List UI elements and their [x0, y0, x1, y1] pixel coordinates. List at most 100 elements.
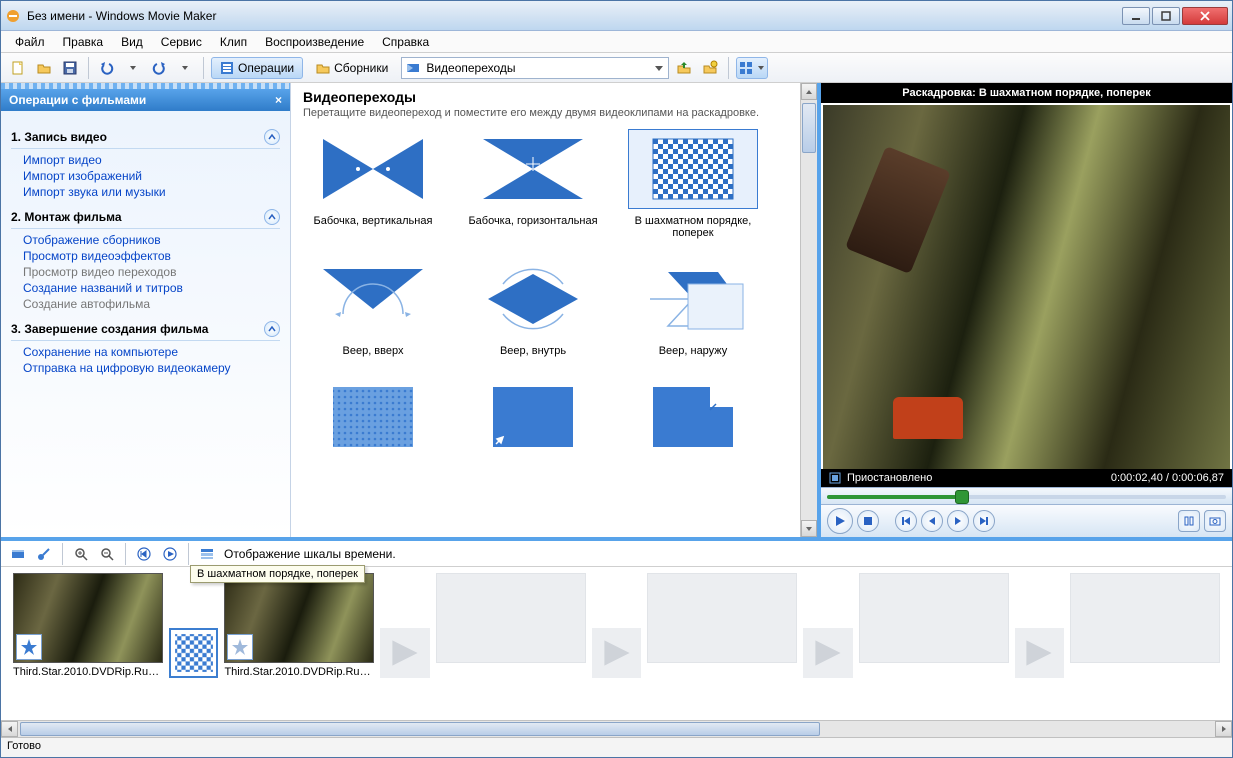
timeline-label[interactable]: Отображение шкалы времени.	[224, 547, 396, 561]
link-transitions[interactable]: Просмотр видео переходов	[23, 265, 280, 279]
tasks-button[interactable]: Операции	[211, 57, 303, 79]
minimize-button[interactable]	[1122, 7, 1150, 25]
next-button[interactable]	[973, 510, 995, 532]
transition-item[interactable]	[303, 377, 443, 463]
link-import-images[interactable]: Импорт изображений	[23, 169, 280, 183]
newfolder-button[interactable]	[699, 57, 721, 79]
new-button[interactable]	[7, 57, 29, 79]
save-button[interactable]	[59, 57, 81, 79]
collections-button[interactable]: Сборники	[307, 57, 397, 79]
scroll-right-button[interactable]	[1215, 721, 1232, 737]
transition-slot-4[interactable]	[803, 628, 852, 678]
link-automovie[interactable]: Создание автофильма	[23, 297, 280, 311]
storyboard-strip[interactable]: Third.Star.2010.DVDRip.Rus-... Third.Sta…	[1, 567, 1232, 720]
menu-help[interactable]: Справка	[374, 33, 437, 51]
titlebar[interactable]: Без имени - Windows Movie Maker	[1, 1, 1232, 31]
menu-file[interactable]: Файл	[7, 33, 53, 51]
app-window: Без имени - Windows Movie Maker Файл Пра…	[0, 0, 1233, 758]
split-button[interactable]	[1178, 510, 1200, 532]
play-timeline-button[interactable]	[159, 543, 181, 565]
transition-label: Бабочка, горизонтальная	[463, 215, 603, 227]
transition-item[interactable]: Веер, вверх	[303, 259, 443, 357]
transition-slot-2[interactable]	[380, 628, 429, 678]
zoom-in-button[interactable]	[70, 543, 92, 565]
stop-button[interactable]	[857, 510, 879, 532]
transition-item[interactable]: Веер, внутрь	[463, 259, 603, 357]
scroll-left-button[interactable]	[1, 721, 18, 737]
rewind-button[interactable]	[133, 543, 155, 565]
effect-slot-icon[interactable]	[227, 634, 253, 660]
transition-slot-3[interactable]	[592, 628, 641, 678]
hscroll-thumb[interactable]	[20, 722, 820, 736]
app-icon	[5, 8, 21, 24]
menu-service[interactable]: Сервис	[153, 33, 210, 51]
audio-levels-button[interactable]	[33, 543, 55, 565]
transition-item[interactable]	[463, 377, 603, 463]
clip-1[interactable]: Third.Star.2010.DVDRip.Rus-...	[13, 573, 163, 714]
toolbar: Операции Сборники Видеопереходы	[1, 53, 1232, 83]
clip-2[interactable]: Third.Star.2010.DVDRip.Rus-...	[224, 573, 374, 714]
transition-item[interactable]: Веер, наружу	[623, 259, 763, 357]
up-button[interactable]	[673, 57, 695, 79]
transitions-subtitle: Перетащите видеопереход и поместите его …	[303, 107, 805, 119]
close-icon[interactable]: ×	[275, 93, 282, 107]
menu-clip[interactable]: Клип	[212, 33, 255, 51]
timeline-toolbar: Отображение шкалы времени.	[1, 541, 1232, 567]
transition-slot-5[interactable]	[1015, 628, 1064, 678]
transition-item[interactable]	[623, 377, 763, 463]
view-button[interactable]	[736, 57, 768, 79]
snapshot-button[interactable]	[1204, 510, 1226, 532]
link-titles[interactable]: Создание названий и титров	[23, 281, 280, 295]
redo-drop[interactable]	[174, 57, 196, 79]
preview-title: Раскадровка: В шахматном порядке, попере…	[821, 83, 1232, 103]
transition-thumb	[468, 129, 598, 209]
scroll-up-button[interactable]	[801, 83, 817, 100]
open-button[interactable]	[33, 57, 55, 79]
clip-empty[interactable]	[1070, 573, 1220, 714]
clip-empty[interactable]	[647, 573, 797, 714]
transition-slot-1[interactable]	[169, 628, 218, 678]
transition-thumb	[308, 259, 438, 339]
location-combo[interactable]: Видеопереходы	[401, 57, 669, 79]
maximize-button[interactable]	[1152, 7, 1180, 25]
scroll-down-button[interactable]	[801, 520, 817, 537]
undo-button[interactable]	[96, 57, 118, 79]
show-timeline-icon[interactable]	[196, 543, 218, 565]
menu-edit[interactable]: Правка	[55, 33, 112, 51]
menu-view[interactable]: Вид	[113, 33, 151, 51]
effect-slot-icon[interactable]	[16, 634, 42, 660]
link-save-pc[interactable]: Сохранение на компьютере	[23, 345, 280, 359]
link-import-audio[interactable]: Импорт звука или музыки	[23, 185, 280, 199]
redo-button[interactable]	[148, 57, 170, 79]
section-finish[interactable]: 3. Завершение создания фильма	[11, 321, 280, 341]
link-import-video[interactable]: Импорт видео	[23, 153, 280, 167]
scroll-thumb[interactable]	[802, 103, 816, 153]
step-back-button[interactable]	[921, 510, 943, 532]
undo-drop[interactable]	[122, 57, 144, 79]
transition-item[interactable]: Бабочка, горизонтальная	[463, 129, 603, 239]
transitions-pane: Видеопереходы Перетащите видеопереход и …	[291, 83, 817, 537]
close-button[interactable]	[1182, 7, 1228, 25]
menu-play[interactable]: Воспроизведение	[257, 33, 372, 51]
seek-bar[interactable]	[821, 487, 1232, 505]
clip-empty[interactable]	[436, 573, 586, 714]
transition-item[interactable]: В шахматном порядке, поперек	[623, 129, 763, 239]
horizontal-scrollbar[interactable]	[1, 720, 1232, 737]
seek-handle[interactable]	[955, 490, 969, 504]
zoom-out-button[interactable]	[96, 543, 118, 565]
timeline-view-button[interactable]	[7, 543, 29, 565]
menubar: Файл Правка Вид Сервис Клип Воспроизведе…	[1, 31, 1232, 53]
link-send-dv[interactable]: Отправка на цифровую видеокамеру	[23, 361, 280, 375]
section-edit[interactable]: 2. Монтаж фильма	[11, 209, 280, 229]
vertical-scrollbar[interactable]	[800, 83, 817, 537]
status-bar: Готово	[1, 737, 1232, 757]
clip-empty[interactable]	[859, 573, 1009, 714]
play-button[interactable]	[827, 508, 853, 534]
step-fwd-button[interactable]	[947, 510, 969, 532]
section-capture[interactable]: 1. Запись видео	[11, 129, 280, 149]
prev-button[interactable]	[895, 510, 917, 532]
transition-item[interactable]: Бабочка, вертикальная	[303, 129, 443, 239]
link-effects[interactable]: Просмотр видеоэффектов	[23, 249, 280, 263]
link-collections[interactable]: Отображение сборников	[23, 233, 280, 247]
transitions-title: Видеопереходы	[303, 89, 805, 105]
